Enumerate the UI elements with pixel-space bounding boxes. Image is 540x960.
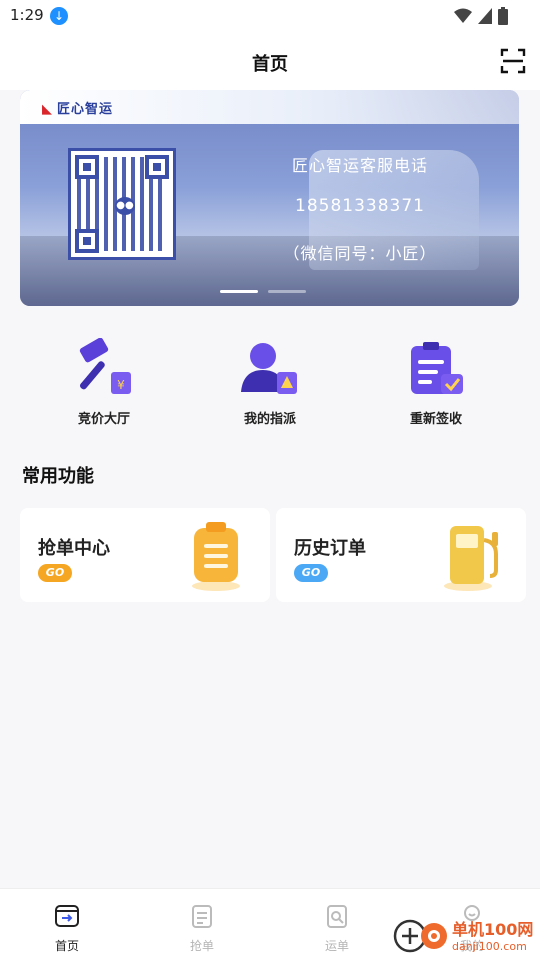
header: 首页 <box>0 32 540 90</box>
go-button[interactable]: GO <box>294 564 328 582</box>
tab-label: 首页 <box>54 939 79 953</box>
card-title: 历史订单 <box>294 538 366 559</box>
svg-text:¥: ¥ <box>117 378 125 392</box>
system-icons <box>454 7 508 25</box>
quick-action-my-assignments[interactable]: 我的指派 <box>210 330 330 427</box>
quick-action-bidding-hall[interactable]: ¥ 竞价大厅 <box>44 330 164 427</box>
company-logo: ◣ 匠心智运 <box>42 102 114 117</box>
quick-actions: ¥ 竞价大厅 我的指派 重新签收 <box>0 330 540 430</box>
assigned-person-icon <box>239 338 301 400</box>
home-icon <box>55 905 79 927</box>
battery-icon <box>498 7 508 25</box>
qr-finder <box>75 155 99 179</box>
download-icon: ↓ <box>50 7 68 25</box>
site-watermark: 单机100网 danji100.com <box>392 914 533 954</box>
auction-hammer-icon: ¥ <box>73 337 135 400</box>
carousel-dot[interactable] <box>268 290 306 293</box>
carousel-dot-active[interactable] <box>220 290 258 293</box>
banner-line-title: 匠心智运客服电话 <box>291 156 428 175</box>
go-button[interactable]: GO <box>38 564 72 582</box>
quick-action-label: 重新签收 <box>409 412 462 427</box>
watermark-sub-text: danji100.com <box>452 939 527 953</box>
signal-icon <box>478 8 492 24</box>
tab-grab-order[interactable]: 抢单 <box>167 903 237 954</box>
status-bar: 1:29 ↓ <box>0 0 540 32</box>
card-order-history[interactable]: 历史订单 GO <box>276 508 526 602</box>
scan-icon[interactable] <box>500 48 526 74</box>
wifi-icon <box>454 8 472 23</box>
sign-clipboard-icon <box>405 338 467 400</box>
banner-line-wechat: （微信同号：小匠） <box>283 244 437 263</box>
promo-banner[interactable]: ◣ 匠心智运 ●● 匠心智运客服电话 18581338371 （微信同号：小匠） <box>20 90 519 306</box>
quick-action-re-sign[interactable]: 重新签收 <box>376 330 496 427</box>
carousel-indicator <box>220 290 306 293</box>
watermark-main-text: 单机100网 <box>452 919 534 939</box>
tab-label: 运单 <box>324 939 349 953</box>
wechat-icon: ●● <box>115 197 135 215</box>
quick-action-label: 竞价大厅 <box>77 412 130 427</box>
qr-finder <box>145 155 169 179</box>
qr-finder <box>75 229 99 253</box>
company-logo-text: 匠心智运 <box>57 102 114 117</box>
waybill-icon <box>327 905 347 928</box>
banner-line-phone: 18581338371 <box>295 196 425 216</box>
watermark-logo-icon <box>393 919 447 953</box>
tab-label: 抢单 <box>189 939 214 953</box>
page-title: 首页 <box>252 54 288 75</box>
status-time: 1:29 <box>10 6 44 24</box>
banner-logo-bar: ◣ 匠心智运 <box>20 90 519 124</box>
card-grab-order-center[interactable]: 抢单中心 GO <box>20 508 270 602</box>
section-title-common: 常用功能 <box>22 466 94 487</box>
card-title: 抢单中心 <box>38 538 110 559</box>
tab-home[interactable]: 首页 <box>32 903 102 954</box>
quick-action-label: 我的指派 <box>243 412 296 427</box>
clipboard-icon <box>192 522 240 591</box>
grab-order-icon <box>192 905 212 928</box>
fuel-pump-icon <box>444 526 498 591</box>
qr-code: ●● <box>68 148 176 260</box>
tab-waybill[interactable]: 运单 <box>302 903 372 954</box>
